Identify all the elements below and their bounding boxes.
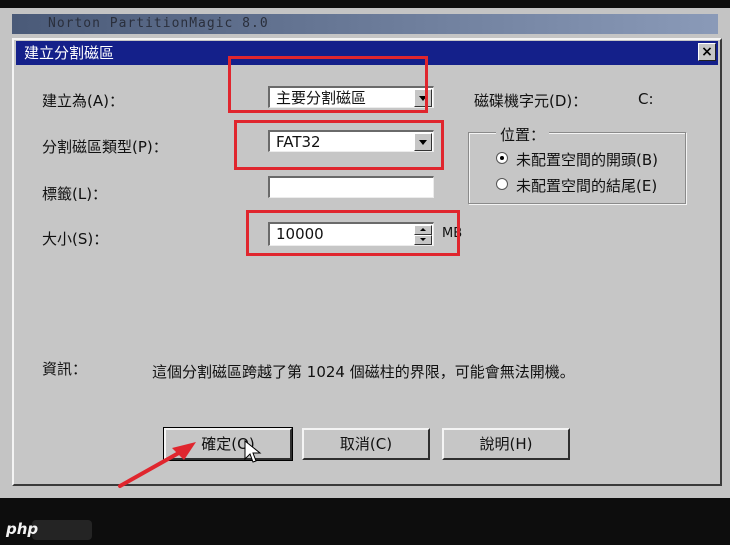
volume-label-label: 標籤(L)： xyxy=(42,185,108,203)
highlight-partition-type xyxy=(234,120,444,170)
position-group-title: 位置： xyxy=(496,124,550,145)
info-text: 這個分割磁區跨越了第 1024 個磁柱的界限，可能會無法開機。 xyxy=(152,363,575,381)
create-as-label: 建立為(A)： xyxy=(42,92,124,110)
watermark-logo: php xyxy=(6,520,39,538)
drive-letter-label: 磁碟機字元(D)： xyxy=(474,92,588,110)
partition-type-label: 分割磁區類型(P)： xyxy=(42,138,168,156)
help-button[interactable]: 說明(H) xyxy=(442,428,570,460)
info-label: 資訊： xyxy=(42,360,88,378)
radio-start-label: 未配置空間的開頭(B) xyxy=(516,151,658,169)
radio-start-of-free-space[interactable]: 未配置空間的開頭(B) xyxy=(496,150,676,169)
cancel-button[interactable]: 取消(C) xyxy=(302,428,430,460)
radio-selected-icon[interactable] xyxy=(496,152,508,164)
highlight-size xyxy=(246,210,460,256)
volume-label-input[interactable] xyxy=(268,176,434,198)
radio-end-label: 未配置空間的結尾(E) xyxy=(516,177,658,195)
watermark-backdrop xyxy=(32,520,92,540)
size-label: 大小(S)： xyxy=(42,230,109,248)
drive-letter-value: C: xyxy=(638,90,654,108)
mouse-cursor-icon xyxy=(244,440,262,463)
annotation-arrow xyxy=(118,442,196,488)
radio-end-of-free-space[interactable]: 未配置空間的結尾(E) xyxy=(496,176,676,195)
background-window-title: Norton PartitionMagic 8.0 xyxy=(12,14,718,34)
radio-unselected-icon[interactable] xyxy=(496,178,508,190)
close-button[interactable]: × xyxy=(698,43,716,61)
highlight-create-as xyxy=(228,56,428,113)
